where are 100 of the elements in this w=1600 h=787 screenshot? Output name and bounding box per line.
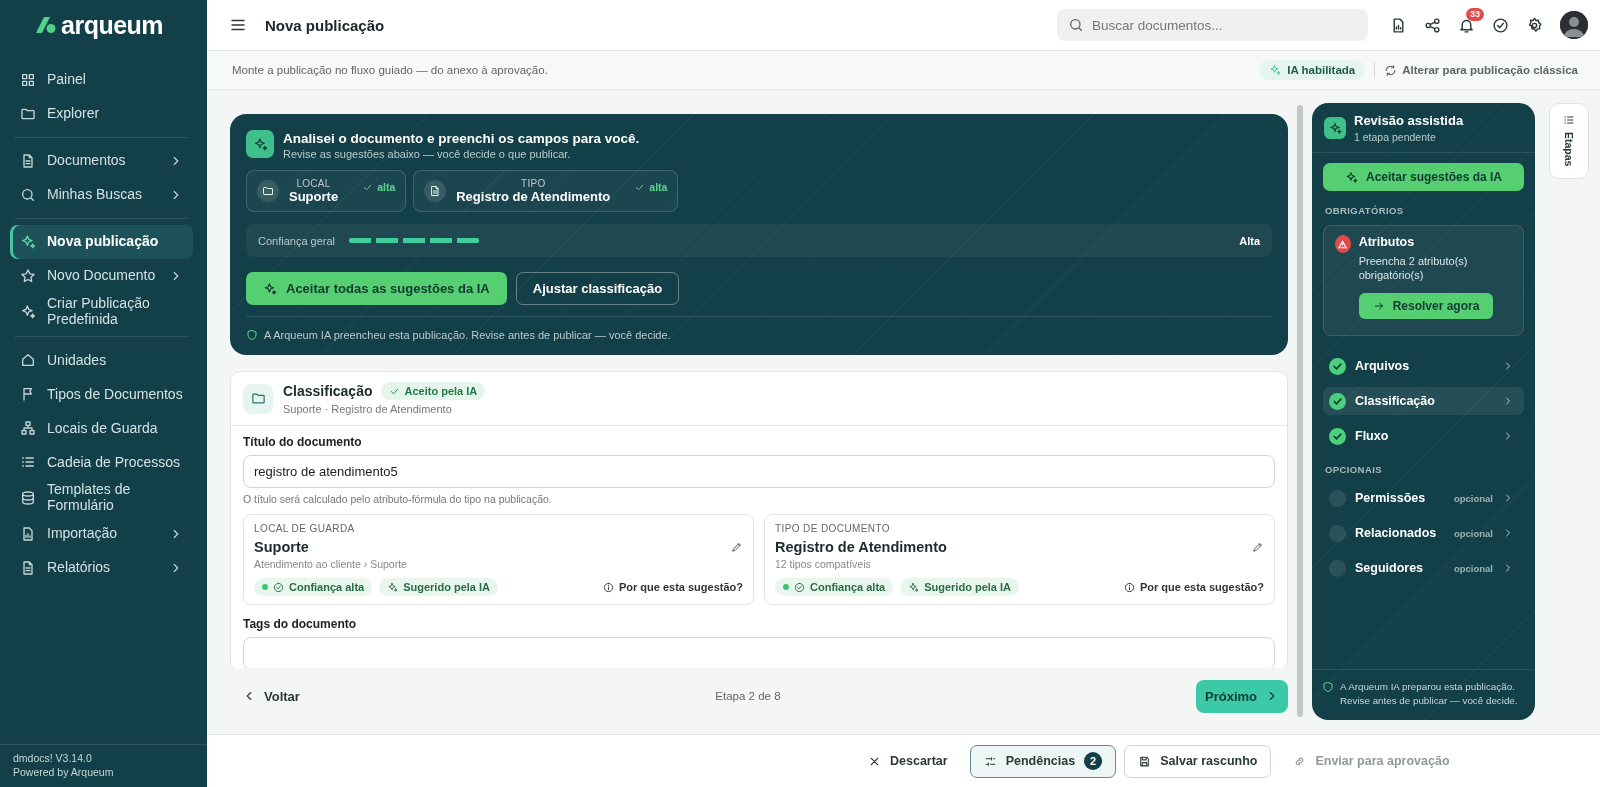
sidebar-item[interactable]: Explorer (10, 97, 193, 131)
steps-tab[interactable]: Etapas (1549, 103, 1589, 179)
folder-icon (257, 180, 279, 202)
logo-icon (36, 17, 56, 33)
suggestion-value: Suporte (289, 189, 339, 204)
version-text: dmdocs! V3.14.0 (13, 751, 93, 765)
sidebar-item[interactable]: Cadeia de Processos (10, 445, 193, 480)
sliders-icon (983, 754, 997, 768)
confidence-reading: Alta (1239, 234, 1260, 247)
sidebar-item[interactable]: Locais de Guarda (10, 411, 193, 446)
why-link[interactable]: Por que esta sugestão? (1123, 581, 1264, 593)
tag-chip: Confiança alta (775, 578, 894, 596)
optional-tag: opcional (1453, 562, 1493, 574)
sparkle-icon (20, 303, 36, 320)
shield-icon (1322, 681, 1334, 693)
panel-title: Revisão assistida (1354, 113, 1464, 128)
sparkle-icon (908, 581, 920, 593)
back-button[interactable]: Voltar (242, 688, 300, 704)
field-label: Tags do documento (243, 617, 358, 631)
next-button[interactable]: Próximo (1196, 679, 1288, 713)
powered-by-text: Powered by Arqueum (13, 765, 115, 779)
action-button[interactable]: Pendências 2 (969, 744, 1117, 778)
suggestion-label: TIPO (521, 178, 546, 189)
sidebar-item[interactable]: Documentos (10, 144, 193, 178)
resolve-button[interactable]: Resolver agora (1358, 293, 1494, 319)
adjust-button[interactable]: Ajustar classificação (515, 272, 680, 305)
info-icon (602, 581, 614, 593)
warning-icon (1335, 235, 1351, 253)
search-field[interactable]: Buscar documentos... (1057, 9, 1368, 41)
hint-text: Monte a publicação no fluxo guiado — do anexo à aprovação. (232, 64, 548, 76)
tag-chip: Sugerido pela IA (900, 578, 1019, 596)
accept-button[interactable]: Aceitar sugestões da IA (1323, 163, 1524, 191)
tag-chip: Confiança alta (254, 578, 373, 596)
sidebar-item[interactable]: Importação (10, 516, 193, 551)
switch-link[interactable]: Alterar para publicação clássica (1384, 63, 1578, 77)
why-link[interactable]: Por que esta sugestão? (602, 581, 743, 593)
input-field[interactable]: registro de atendimento5 (243, 455, 1275, 488)
optional-tag: opcional (1453, 527, 1493, 539)
section-heading: OPCIONAIS (1325, 464, 1383, 475)
status-dot (783, 584, 789, 590)
grid-icon (20, 72, 36, 88)
action-button[interactable]: Salvar rascunho (1124, 744, 1272, 778)
sidebar-item[interactable]: Painel (10, 63, 193, 97)
section-title: Classificação (283, 383, 373, 399)
confidence-label: alta (634, 181, 668, 193)
step-item[interactable]: Classificação (1323, 387, 1524, 415)
tags-field[interactable] (243, 637, 1275, 668)
sidebar-item[interactable]: Minhas Buscas (10, 178, 193, 212)
hierarchy-icon (20, 420, 36, 437)
sparkle-icon (263, 281, 277, 296)
section-subtitle: Suporte · Registro de Atendimento (283, 403, 453, 415)
sparkle-badge (1324, 117, 1346, 139)
sidebar-item[interactable]: Tipos de Documentos (10, 377, 193, 412)
sparkle-icon (20, 234, 36, 250)
status-badge: Aceito pela IA (380, 382, 486, 400)
suggestion-label: LOCAL (296, 178, 331, 189)
step-item[interactable]: Fluxo (1323, 422, 1524, 450)
card-detail: 12 tipos compatíveis (775, 558, 872, 570)
accept-all-button[interactable]: Aceitar todas as sugestões da IA (246, 272, 507, 305)
confidence-label: alta (362, 181, 396, 193)
edit-icon (1252, 541, 1264, 553)
step-item[interactable]: Relacionados opcional (1323, 519, 1524, 547)
refresh-icon (1384, 63, 1398, 77)
sparkle-icon (252, 136, 268, 152)
folder-icon (243, 383, 273, 414)
shield-icon (246, 329, 258, 341)
logo-text: arqueum (61, 10, 164, 40)
home-icon (20, 352, 36, 369)
avatar[interactable] (1560, 11, 1588, 39)
step-counter: Etapa 2 de 8 (714, 690, 782, 703)
card-value: Suporte (254, 539, 309, 555)
search-icon (1068, 17, 1084, 33)
sidebar-item[interactable]: Novo Documento (10, 259, 193, 293)
status-dot (262, 584, 268, 590)
info-icon (1123, 581, 1135, 593)
alert-title: Atributos (1358, 235, 1416, 249)
alert-text: Preencha 2 atributo(s) obrigatório(s) (1358, 254, 1469, 282)
panel-subtitle: 1 etapa pendente (1354, 131, 1437, 143)
settings-icon (1526, 16, 1543, 34)
summary-subtitle: Revise as sugestões abaixo — você decide o que publicar. (283, 148, 572, 160)
optional-tag: opcional (1453, 492, 1493, 504)
sidebar-item[interactable]: Templates de Formulário (10, 479, 193, 517)
sidebar-item[interactable]: Nova publicação (10, 225, 193, 259)
card-heading: LOCAL DE GUARDA (254, 523, 356, 534)
confidence-label: Confiança geral (258, 234, 336, 247)
card-detail: Atendimento ao cliente › Suporte (254, 558, 408, 570)
tag-chip: Sugerido pela IA (379, 578, 498, 596)
sidebar-item[interactable]: Criar Publicação Predefinida (10, 293, 193, 331)
step-item[interactable]: Arquivos (1323, 352, 1524, 380)
folder-icon (20, 106, 36, 122)
sparkle-icon (387, 581, 399, 593)
suggestion-value: Registro de Atendimento (456, 189, 611, 204)
sidebar-item[interactable]: Unidades (10, 343, 193, 378)
step-item[interactable]: Seguidores opcional (1323, 554, 1524, 582)
card-heading: TIPO DE DOCUMENTO (775, 523, 891, 534)
sidebar-item[interactable]: Relatórios (10, 550, 193, 585)
document-icon (20, 559, 36, 576)
step-item[interactable]: Permissões opcional (1323, 484, 1524, 512)
notification-badge: 33 (1466, 7, 1484, 21)
report-icon (20, 525, 36, 542)
